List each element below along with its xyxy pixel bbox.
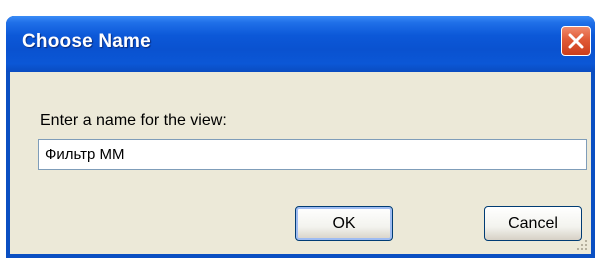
- close-button[interactable]: [561, 26, 591, 56]
- view-name-input[interactable]: [38, 139, 587, 170]
- name-prompt-label: Enter a name for the view:: [40, 112, 227, 129]
- ok-button[interactable]: OK: [295, 206, 393, 241]
- cancel-button[interactable]: Cancel: [484, 206, 582, 241]
- choose-name-dialog: Choose Name Enter a name for the view: O…: [6, 16, 595, 258]
- close-icon: [568, 33, 584, 49]
- dialog-title: Choose Name: [22, 31, 151, 52]
- resize-grip-icon[interactable]: [573, 236, 587, 250]
- dialog-body: Enter a name for the view: OK Cancel: [10, 72, 591, 254]
- title-bar[interactable]: Choose Name: [6, 16, 595, 72]
